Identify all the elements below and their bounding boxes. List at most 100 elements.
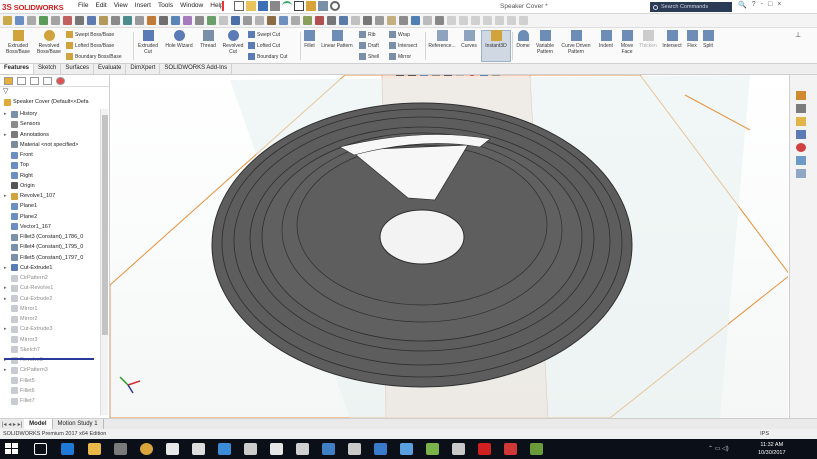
toolbar-icon-40[interactable]	[471, 16, 480, 25]
command-manager-options[interactable]: ⊥	[795, 31, 801, 39]
tree-item[interactable]: Fillet5	[0, 376, 100, 386]
toolbar-icon-16[interactable]	[183, 16, 192, 25]
tree-item[interactable]: Fillet3 (Constant)_1786_0	[0, 232, 100, 242]
tree-item[interactable]: ▸ History	[0, 109, 100, 119]
toolbar-icon-27[interactable]	[315, 16, 324, 25]
toolbar-icon-44[interactable]	[519, 16, 528, 25]
view-settings-icon[interactable]	[492, 75, 500, 76]
toolbar-icon-34[interactable]	[399, 16, 408, 25]
flex-button[interactable]: Flex	[685, 30, 699, 49]
expand-arrow-icon[interactable]: ▸	[4, 130, 9, 140]
rollback-bar[interactable]	[4, 358, 94, 360]
tab-dimxpert[interactable]: DimXpert	[126, 64, 161, 74]
toolbar-icon-24[interactable]	[279, 16, 288, 25]
app-taskbar-icon-6[interactable]	[296, 443, 309, 455]
toolbar-icon-18[interactable]	[207, 16, 216, 25]
tree-item[interactable]: ▸ Revolve1_107	[0, 191, 100, 201]
clock[interactable]: 11:32 AM 10/30/2017	[758, 441, 786, 457]
help-button[interactable]: ?	[752, 1, 756, 9]
fillet-button[interactable]: Fillet	[301, 30, 318, 49]
toolbar-icon-42[interactable]	[495, 16, 504, 25]
app-taskbar-icon-8[interactable]	[348, 443, 361, 455]
toolbar-icon-20[interactable]	[231, 16, 240, 25]
app-taskbar-icon-9[interactable]	[374, 443, 387, 455]
lofted-cut-button[interactable]: Lofted Cut	[248, 42, 280, 49]
toolbar-icon-14[interactable]	[159, 16, 168, 25]
intersect-small-button[interactable]: Intersect	[389, 42, 417, 49]
tab-model[interactable]: Model	[24, 418, 53, 430]
toolbar-icon-29[interactable]	[339, 16, 348, 25]
tree-item[interactable]: ▸ Annotations	[0, 130, 100, 140]
split-button[interactable]: Split	[700, 30, 716, 49]
close-button[interactable]: ×	[777, 1, 781, 9]
toolbar-icon-36[interactable]	[423, 16, 432, 25]
pin-icon[interactable]	[222, 1, 232, 11]
tree-item[interactable]: Vector1_167	[0, 222, 100, 232]
move-face-button[interactable]: Move Face	[617, 30, 637, 55]
hole-wizard-button[interactable]: Hole Wizard	[162, 30, 196, 49]
search-dropdown-icon[interactable]: 🔍	[738, 1, 747, 9]
app-taskbar-icon-12[interactable]	[452, 443, 465, 455]
revolved-boss-button[interactable]: Revolved Boss/Base	[34, 30, 64, 55]
tree-item[interactable]: ▸ Cut-Extrude2	[0, 294, 100, 304]
appearances-icon[interactable]	[796, 143, 806, 152]
calculator-icon[interactable]	[270, 443, 283, 455]
toolbar-icon-28[interactable]	[327, 16, 336, 25]
toolbar-icon-7[interactable]	[75, 16, 84, 25]
graphics-area[interactable]	[110, 75, 788, 418]
tree-item[interactable]: Plane2	[0, 212, 100, 222]
tree-root[interactable]: Speaker Cover (Default<<Defa	[0, 97, 100, 107]
toolbar-icon-35[interactable]	[411, 16, 420, 25]
app-taskbar-icon-14[interactable]	[530, 443, 543, 455]
print-icon[interactable]	[270, 1, 280, 11]
chrome-icon[interactable]	[140, 443, 153, 455]
toolbar-icon-26[interactable]	[303, 16, 312, 25]
toolbar-icon-19[interactable]	[219, 16, 228, 25]
wrap-button[interactable]: Wrap	[389, 31, 410, 38]
toolbar-icon-17[interactable]	[195, 16, 204, 25]
design-library-icon[interactable]	[796, 104, 806, 113]
toolbar-icon-1[interactable]	[3, 16, 12, 25]
maximize-button[interactable]: □	[768, 1, 772, 9]
tree-item[interactable]: Material <not specified>	[0, 140, 100, 150]
file-explorer-taskbar-icon[interactable]	[88, 443, 101, 455]
toolbar-icon-9[interactable]	[99, 16, 108, 25]
tree-item[interactable]: ▸ Cut-Extrude3	[0, 324, 100, 334]
tree-item[interactable]: Front	[0, 150, 100, 160]
expand-arrow-icon[interactable]: ▸	[4, 191, 9, 201]
toolbar-icon-12[interactable]	[135, 16, 144, 25]
select-icon[interactable]	[294, 1, 304, 11]
task-view-icon[interactable]	[34, 443, 47, 455]
solidworks-taskbar-icon[interactable]	[478, 443, 491, 455]
filter-icon[interactable]: ▽	[0, 87, 109, 97]
tab-evaluate[interactable]: Evaluate	[94, 64, 127, 74]
edge-browser-icon[interactable]	[61, 443, 74, 455]
mirror-button[interactable]: Mirror	[389, 53, 411, 60]
custom-properties-icon[interactable]	[796, 156, 806, 165]
tree-item[interactable]: Sensors	[0, 119, 100, 129]
boundary-boss-button[interactable]: Boundary Boss/Base	[66, 53, 122, 60]
dimxpert-manager-tab-icon[interactable]	[43, 77, 52, 85]
tree-item[interactable]: Sketch7	[0, 345, 100, 355]
expand-arrow-icon[interactable]: ▸	[4, 294, 9, 304]
toolbar-icon-25[interactable]	[291, 16, 300, 25]
view-palette-icon[interactable]	[796, 130, 806, 139]
tab-sketch[interactable]: Sketch	[34, 64, 62, 74]
app-taskbar-icon-11[interactable]	[426, 443, 439, 455]
rebuild-icon[interactable]	[306, 1, 316, 11]
tree-item[interactable]: ▸ Cut-Revolve1	[0, 283, 100, 293]
tree-item[interactable]: Right	[0, 171, 100, 181]
extruded-cut-button[interactable]: Extruded Cut	[135, 30, 161, 55]
expand-arrow-icon[interactable]: ▸	[4, 283, 9, 293]
tree-item[interactable]: ▸ Revolve3	[0, 355, 100, 365]
revolved-cut-button[interactable]: Revolved Cut	[220, 30, 246, 55]
variable-pattern-button[interactable]: Variable Pattern	[534, 30, 556, 55]
extruded-boss-button[interactable]: Extruded Boss/Base	[3, 30, 33, 55]
tab-addins[interactable]: SOLIDWORKS Add-Ins	[160, 64, 233, 74]
menu-file[interactable]: File	[78, 2, 88, 9]
toolbar-icon-30[interactable]	[351, 16, 360, 25]
tree-item[interactable]: ▸ CirPattern3	[0, 365, 100, 375]
tree-item[interactable]: Plane1	[0, 201, 100, 211]
toolbar-icon-32[interactable]	[375, 16, 384, 25]
solidworks-resources-icon[interactable]	[796, 91, 806, 100]
